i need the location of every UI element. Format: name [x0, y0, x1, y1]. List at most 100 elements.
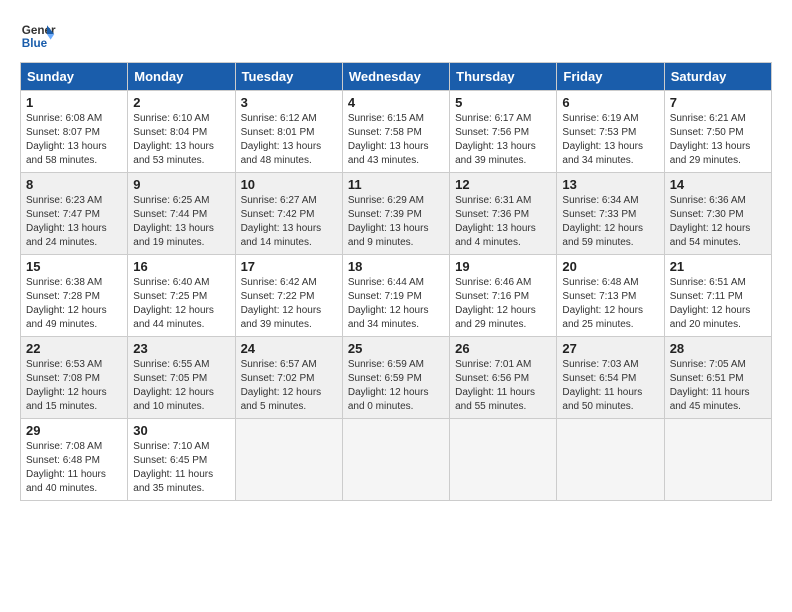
day-info: Sunrise: 6:29 AM Sunset: 7:39 PM Dayligh…: [348, 194, 444, 250]
calendar-day-cell: [342, 419, 449, 501]
calendar-day-cell: 18 Sunrise: 6:44 AM Sunset: 7:19 PM Dayli…: [342, 255, 449, 337]
calendar-day-cell: 3Sunrise: 6:12 AM Sunset: 8:01 PM Daylig…: [235, 91, 342, 173]
header: General Blue: [20, 18, 772, 54]
calendar-week-row: 15 Sunrise: 6:38 AM Sunset: 7:28 PM Dayli…: [21, 255, 772, 337]
weekday-header-sunday: Sunday: [21, 63, 128, 91]
calendar-day-cell: 29Sunrise: 7:08 AM Sunset: 6:48 PM Dayli…: [21, 419, 128, 501]
calendar-week-row: 8 Sunrise: 6:23 AM Sunset: 7:47 PM Daylig…: [21, 173, 772, 255]
calendar-day-cell: 6Sunrise: 6:19 AM Sunset: 7:53 PM Daylig…: [557, 91, 664, 173]
calendar-week-row: 1 Sunrise: 6:08 AM Sunset: 8:07 PM Daylig…: [21, 91, 772, 173]
weekday-header-friday: Friday: [557, 63, 664, 91]
day-number: 18: [348, 259, 444, 274]
day-info: Sunrise: 7:08 AM Sunset: 6:48 PM Dayligh…: [26, 440, 122, 496]
day-number: 30: [133, 423, 229, 438]
day-info: Sunrise: 6:42 AM Sunset: 7:22 PM Dayligh…: [241, 276, 337, 332]
calendar-day-cell: 1 Sunrise: 6:08 AM Sunset: 8:07 PM Daylig…: [21, 91, 128, 173]
weekday-header-row: SundayMondayTuesdayWednesdayThursdayFrid…: [21, 63, 772, 91]
day-info: Sunrise: 7:10 AM Sunset: 6:45 PM Dayligh…: [133, 440, 229, 496]
day-number: 2: [133, 95, 229, 110]
calendar-day-cell: 15 Sunrise: 6:38 AM Sunset: 7:28 PM Dayli…: [21, 255, 128, 337]
calendar-day-cell: 30 Sunrise: 7:10 AM Sunset: 6:45 PM Dayli…: [128, 419, 235, 501]
day-number: 14: [670, 177, 766, 192]
calendar-day-cell: 16 Sunrise: 6:40 AM Sunset: 7:25 PM Dayli…: [128, 255, 235, 337]
day-number: 8: [26, 177, 122, 192]
calendar-day-cell: 25Sunrise: 6:59 AM Sunset: 6:59 PM Dayli…: [342, 337, 449, 419]
day-info: Sunrise: 6:08 AM Sunset: 8:07 PM Dayligh…: [26, 112, 122, 168]
day-number: 10: [241, 177, 337, 192]
day-info: Sunrise: 6:12 AM Sunset: 8:01 PM Dayligh…: [241, 112, 337, 168]
calendar-day-cell: 14 Sunrise: 6:36 AM Sunset: 7:30 PM Dayli…: [664, 173, 771, 255]
day-info: Sunrise: 6:27 AM Sunset: 7:42 PM Dayligh…: [241, 194, 337, 250]
calendar-day-cell: 28 Sunrise: 7:05 AM Sunset: 6:51 PM Dayli…: [664, 337, 771, 419]
page: General Blue SundayMondayTuesdayWednesda…: [0, 0, 792, 612]
day-info: Sunrise: 6:53 AM Sunset: 7:08 PM Dayligh…: [26, 358, 122, 414]
day-number: 5: [455, 95, 551, 110]
day-number: 16: [133, 259, 229, 274]
day-number: 12: [455, 177, 551, 192]
calendar-day-cell: 4 Sunrise: 6:15 AM Sunset: 7:58 PM Daylig…: [342, 91, 449, 173]
calendar-week-row: 22 Sunrise: 6:53 AM Sunset: 7:08 PM Dayli…: [21, 337, 772, 419]
day-number: 13: [562, 177, 658, 192]
day-number: 21: [670, 259, 766, 274]
calendar-day-cell: 24 Sunrise: 6:57 AM Sunset: 7:02 PM Dayli…: [235, 337, 342, 419]
day-info: Sunrise: 6:17 AM Sunset: 7:56 PM Dayligh…: [455, 112, 551, 168]
day-number: 22: [26, 341, 122, 356]
calendar-day-cell: [450, 419, 557, 501]
day-number: 1: [26, 95, 122, 110]
calendar-day-cell: 11 Sunrise: 6:29 AM Sunset: 7:39 PM Dayli…: [342, 173, 449, 255]
calendar-day-cell: 27Sunrise: 7:03 AM Sunset: 6:54 PM Dayli…: [557, 337, 664, 419]
calendar-day-cell: 2 Sunrise: 6:10 AM Sunset: 8:04 PM Daylig…: [128, 91, 235, 173]
calendar-day-cell: 10 Sunrise: 6:27 AM Sunset: 7:42 PM Dayli…: [235, 173, 342, 255]
day-number: 17: [241, 259, 337, 274]
calendar-day-cell: 20Sunrise: 6:48 AM Sunset: 7:13 PM Dayli…: [557, 255, 664, 337]
calendar-day-cell: 23 Sunrise: 6:55 AM Sunset: 7:05 PM Dayli…: [128, 337, 235, 419]
day-number: 28: [670, 341, 766, 356]
day-number: 11: [348, 177, 444, 192]
calendar-day-cell: 17 Sunrise: 6:42 AM Sunset: 7:22 PM Dayli…: [235, 255, 342, 337]
calendar-day-cell: [664, 419, 771, 501]
weekday-header-saturday: Saturday: [664, 63, 771, 91]
day-info: Sunrise: 6:15 AM Sunset: 7:58 PM Dayligh…: [348, 112, 444, 168]
day-info: Sunrise: 6:48 AM Sunset: 7:13 PM Dayligh…: [562, 276, 658, 332]
day-number: 23: [133, 341, 229, 356]
day-info: Sunrise: 6:44 AM Sunset: 7:19 PM Dayligh…: [348, 276, 444, 332]
calendar-day-cell: 13Sunrise: 6:34 AM Sunset: 7:33 PM Dayli…: [557, 173, 664, 255]
day-info: Sunrise: 6:31 AM Sunset: 7:36 PM Dayligh…: [455, 194, 551, 250]
day-number: 4: [348, 95, 444, 110]
day-info: Sunrise: 6:10 AM Sunset: 8:04 PM Dayligh…: [133, 112, 229, 168]
calendar-day-cell: 9Sunrise: 6:25 AM Sunset: 7:44 PM Daylig…: [128, 173, 235, 255]
calendar-day-cell: [557, 419, 664, 501]
weekday-header-thursday: Thursday: [450, 63, 557, 91]
day-info: Sunrise: 6:23 AM Sunset: 7:47 PM Dayligh…: [26, 194, 122, 250]
day-number: 24: [241, 341, 337, 356]
day-number: 9: [133, 177, 229, 192]
day-info: Sunrise: 6:36 AM Sunset: 7:30 PM Dayligh…: [670, 194, 766, 250]
day-info: Sunrise: 7:05 AM Sunset: 6:51 PM Dayligh…: [670, 358, 766, 414]
calendar-day-cell: 5 Sunrise: 6:17 AM Sunset: 7:56 PM Daylig…: [450, 91, 557, 173]
day-number: 27: [562, 341, 658, 356]
calendar-day-cell: 22 Sunrise: 6:53 AM Sunset: 7:08 PM Dayli…: [21, 337, 128, 419]
calendar-week-row: 29Sunrise: 7:08 AM Sunset: 6:48 PM Dayli…: [21, 419, 772, 501]
logo: General Blue: [20, 18, 56, 54]
day-info: Sunrise: 7:01 AM Sunset: 6:56 PM Dayligh…: [455, 358, 551, 414]
calendar-day-cell: 21Sunrise: 6:51 AM Sunset: 7:11 PM Dayli…: [664, 255, 771, 337]
weekday-header-tuesday: Tuesday: [235, 63, 342, 91]
day-info: Sunrise: 6:40 AM Sunset: 7:25 PM Dayligh…: [133, 276, 229, 332]
calendar-day-cell: 8 Sunrise: 6:23 AM Sunset: 7:47 PM Daylig…: [21, 173, 128, 255]
weekday-header-monday: Monday: [128, 63, 235, 91]
day-number: 25: [348, 341, 444, 356]
day-info: Sunrise: 6:38 AM Sunset: 7:28 PM Dayligh…: [26, 276, 122, 332]
day-info: Sunrise: 6:57 AM Sunset: 7:02 PM Dayligh…: [241, 358, 337, 414]
calendar-table: SundayMondayTuesdayWednesdayThursdayFrid…: [20, 62, 772, 501]
logo-icon: General Blue: [20, 18, 56, 54]
day-number: 19: [455, 259, 551, 274]
calendar-day-cell: 12 Sunrise: 6:31 AM Sunset: 7:36 PM Dayli…: [450, 173, 557, 255]
weekday-header-wednesday: Wednesday: [342, 63, 449, 91]
day-number: 26: [455, 341, 551, 356]
calendar-day-cell: [235, 419, 342, 501]
day-number: 15: [26, 259, 122, 274]
day-info: Sunrise: 6:19 AM Sunset: 7:53 PM Dayligh…: [562, 112, 658, 168]
day-info: Sunrise: 6:55 AM Sunset: 7:05 PM Dayligh…: [133, 358, 229, 414]
svg-text:Blue: Blue: [22, 37, 48, 50]
day-info: Sunrise: 6:46 AM Sunset: 7:16 PM Dayligh…: [455, 276, 551, 332]
